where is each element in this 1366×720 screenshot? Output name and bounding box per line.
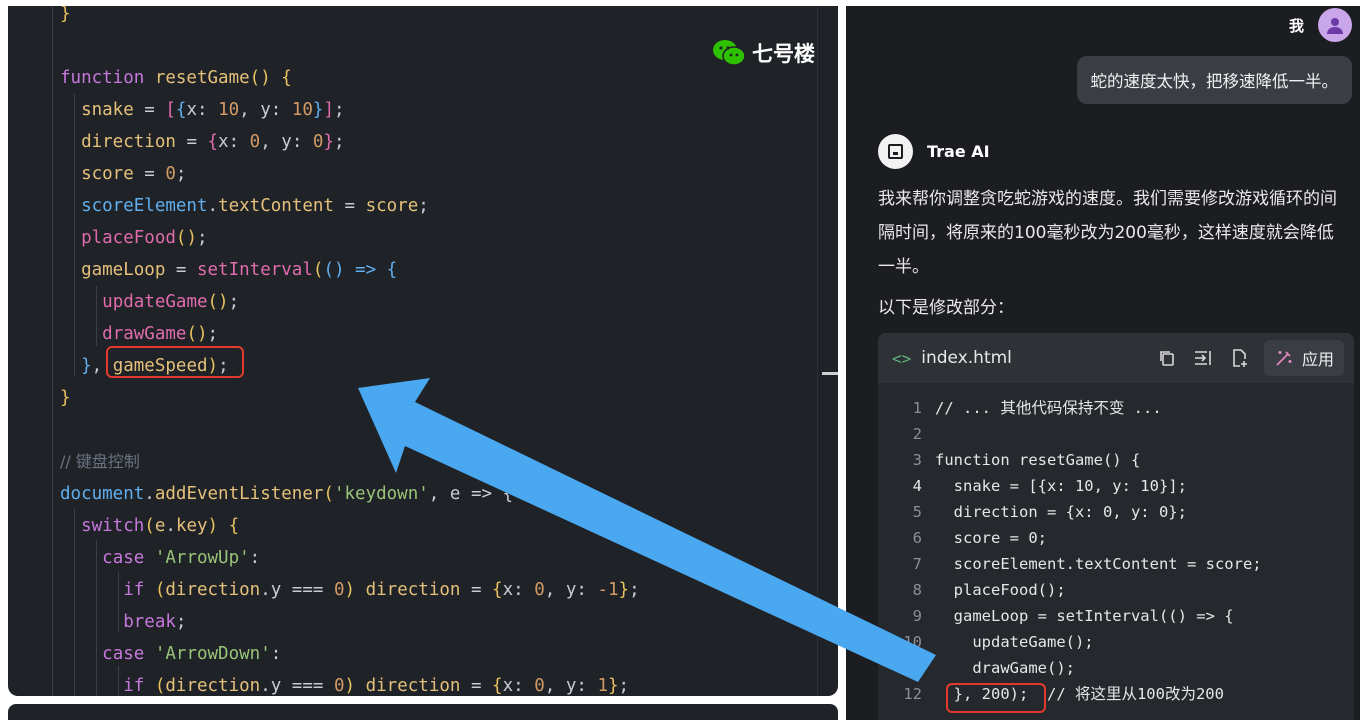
code-block-line: 4 snake = [{x: 10, y: 10}]; <box>878 473 1187 499</box>
code-line: scoreElement.textContent = score; <box>60 190 429 222</box>
code-line: updateGame(); <box>60 286 239 318</box>
line-number: 2 <box>878 421 922 447</box>
code-filename: index.html <box>921 348 1012 368</box>
ai-response-subtitle: 以下是修改部分： <box>878 293 1014 318</box>
code-block-line: 7 scoreElement.textContent = score; <box>878 551 1262 577</box>
line-code: placeFood(); <box>935 581 1066 599</box>
line-code: drawGame(); <box>935 659 1075 677</box>
ai-header: Trae AI <box>878 134 990 169</box>
watermark-text: 七号楼 <box>752 38 815 68</box>
line-number: 1 <box>878 395 922 421</box>
user-icon <box>1325 15 1345 35</box>
code-block-line: 8 placeFood(); <box>878 577 1066 603</box>
line-number: 7 <box>878 551 922 577</box>
line-number: 3 <box>878 447 922 473</box>
line-number: 5 <box>878 499 922 525</box>
wechat-icon <box>712 39 746 67</box>
code-block-header: <> index.html <box>878 333 1354 383</box>
code-block-line: 2 <box>878 421 935 447</box>
line-code: gameLoop = setInterval(() => { <box>935 607 1234 625</box>
scrollbar-thumb[interactable] <box>822 372 838 375</box>
code-line: score = 0; <box>60 158 186 190</box>
user-message-bubble: 蛇的速度太快，把移速降低一半。 <box>1077 56 1353 104</box>
code-block: <> index.html <box>878 333 1354 720</box>
code-block-line: 11 drawGame(); <box>878 655 1075 681</box>
add-file-icon[interactable] <box>1228 347 1250 369</box>
code-brackets-icon: <> <box>892 349 911 368</box>
code-line: document.addEventListener('keydown', e =… <box>60 478 513 510</box>
code-line: switch(e.key) { <box>60 510 239 542</box>
copy-icon[interactable] <box>1156 347 1178 369</box>
editor-divider <box>817 6 818 696</box>
highlight-box-200 <box>946 683 1046 713</box>
code-line: // 键盘控制 <box>60 446 140 478</box>
line-number: 8 <box>878 577 922 603</box>
code-line: case 'ArrowDown': <box>60 638 281 670</box>
code-block-line: 6 score = 0; <box>878 525 1047 551</box>
user-header: 我 <box>1289 8 1352 42</box>
ai-name: Trae AI <box>927 142 990 161</box>
editor-bottom-panel <box>8 704 838 720</box>
apply-button[interactable]: 应用 <box>1264 340 1344 376</box>
line-number: 11 <box>878 655 922 681</box>
highlight-box-gamespeed <box>106 346 244 378</box>
code-line: gameLoop = setInterval(() => { <box>60 254 397 286</box>
magic-wand-icon <box>1274 348 1294 368</box>
trae-logo-icon <box>878 134 913 169</box>
line-number: 4 <box>878 473 922 499</box>
code-line: if (direction.y === 0) direction = {x: 0… <box>60 670 629 696</box>
line-number: 10 <box>878 629 922 655</box>
line-code: function resetGame() { <box>935 451 1140 469</box>
code-line: break; <box>60 606 186 638</box>
line-number: 9 <box>878 603 922 629</box>
user-name: 我 <box>1289 15 1304 36</box>
avatar[interactable] <box>1318 8 1352 42</box>
code-line: direction = {x: 0, y: 0}; <box>60 126 345 158</box>
chat-panel: 我 蛇的速度太快，把移速降低一半。 Trae AI 我来帮你调整贪吃蛇游戏的速度… <box>846 6 1360 720</box>
code-line: } <box>60 382 71 414</box>
code-line: case 'ArrowUp': <box>60 542 260 574</box>
line-number: 12 <box>878 681 922 707</box>
line-code: direction = {x: 0, y: 0}; <box>935 503 1187 521</box>
line-code: // ... 其他代码保持不变 ... <box>935 399 1162 417</box>
watermark: 七号楼 <box>712 38 815 68</box>
code-block-line: 3 function resetGame() { <box>878 447 1140 473</box>
code-line: placeFood(); <box>60 222 208 254</box>
line-number: 6 <box>878 525 922 551</box>
code-block-line: 5 direction = {x: 0, y: 0}; <box>878 499 1187 525</box>
code-block-line: 10 updateGame(); <box>878 629 1094 655</box>
line-code: updateGame(); <box>935 633 1094 651</box>
insert-icon[interactable] <box>1192 347 1214 369</box>
code-line: snake = [{x: 10, y: 10}]; <box>60 94 345 126</box>
code-line: function resetGame() { <box>60 62 292 94</box>
line-code: snake = [{x: 10, y: 10}]; <box>935 477 1187 495</box>
code-block-line: 12 }, 200); // 将这里从100改为200 <box>878 681 1224 707</box>
code-line: if (direction.y === 0) direction = {x: 0… <box>60 574 640 606</box>
indent-guide <box>52 6 53 696</box>
line-code: scoreElement.textContent = score; <box>935 555 1262 573</box>
line-code: score = 0; <box>935 529 1047 547</box>
ai-response-text: 我来帮你调整贪吃蛇游戏的速度。我们需要修改游戏循环的间隔时间，将原来的100毫秒… <box>878 182 1348 284</box>
code-block-line: 9 gameLoop = setInterval(() => { <box>878 603 1234 629</box>
code-line: } <box>60 6 71 30</box>
code-block-line: 1 // ... 其他代码保持不变 ... <box>878 395 1162 421</box>
